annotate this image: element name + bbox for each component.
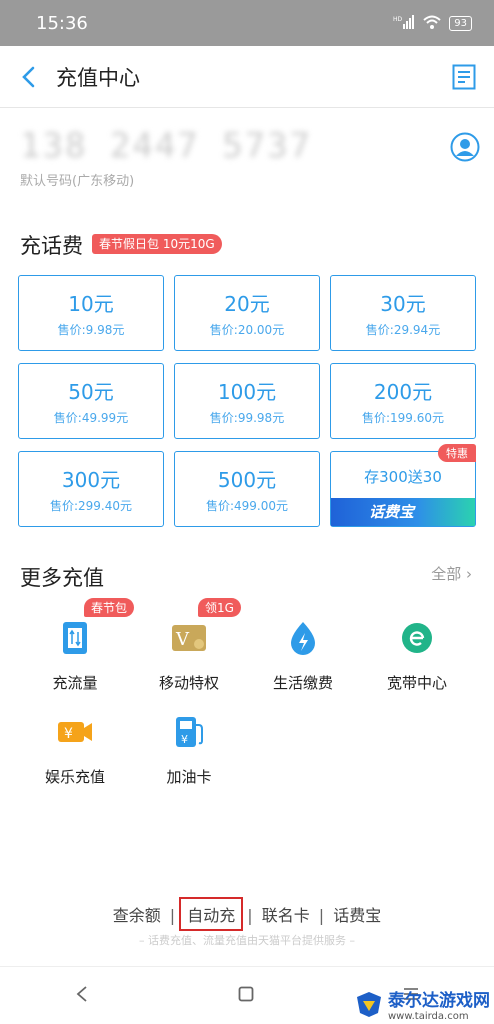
service-utility-bill[interactable]: 生活缴费 (246, 600, 360, 693)
recharge-option-50[interactable]: 50元 售价:49.99元 (18, 363, 164, 439)
option-price: 售价:99.98元 (209, 411, 285, 425)
option-amount: 30元 (380, 292, 426, 316)
back-button[interactable] (0, 46, 56, 108)
service-tag: 领1G (198, 598, 241, 617)
option-amount: 100元 (217, 380, 277, 404)
service-label: 宽带中心 (386, 674, 447, 692)
promo-tag[interactable]: 春节假日包 10元10G (92, 234, 222, 254)
more-recharge-title: 更多充值 (20, 566, 104, 590)
page-title: 充值中心 (56, 65, 140, 90)
option-amount: 300元 (61, 468, 121, 492)
check-balance-link[interactable]: 查余额 (113, 906, 161, 925)
watermark-brand: 泰尔达游戏网 (388, 991, 490, 1011)
option-amount: 10元 (68, 292, 114, 316)
option-price: 售价:9.98元 (57, 323, 125, 337)
option-price: 售价:49.99元 (53, 411, 129, 425)
service-label: 娱乐充值 (44, 768, 105, 786)
vip-privilege-icon: V (169, 618, 209, 658)
view-all-label: 全部 (431, 565, 462, 583)
service-provider-note: – 话费充值、流量充值由天猫平台提供服务 – (139, 934, 355, 947)
recharge-option-20[interactable]: 20元 售价:20.00元 (174, 275, 320, 351)
discount-badge: 特惠 (438, 444, 476, 462)
site-watermark: 泰尔达游戏网 www.tairda.com (354, 986, 490, 1022)
view-all-link[interactable]: 全部 › (431, 563, 472, 584)
auto-recharge-label: 自动充 (187, 906, 236, 925)
chevron-left-icon (22, 66, 35, 87)
service-tag: 春节包 (84, 598, 135, 617)
fuel-card-icon: ¥ (169, 712, 209, 752)
savings-banner: 话费宝 (331, 498, 475, 526)
svg-text:¥: ¥ (64, 726, 73, 742)
recharge-option-200[interactable]: 200元 售价:199.60元 (330, 363, 476, 439)
option-amount: 200元 (373, 380, 433, 404)
svg-text:V: V (175, 629, 190, 650)
recharge-option-30[interactable]: 30元 售价:29.94元 (330, 275, 476, 351)
system-back-button[interactable] (75, 985, 89, 1007)
battery-indicator: 93 (449, 15, 472, 31)
service-fuel-card[interactable]: ¥ 加油卡 (132, 712, 246, 787)
default-number-label: 默认号码(广东移动) (20, 174, 135, 189)
service-broadband[interactable]: 宽带中心 (360, 600, 474, 693)
square-home-icon (238, 986, 254, 1001)
recharge-title: 充话费 (20, 234, 83, 258)
option-price: 售价:199.60元 (361, 411, 445, 425)
option-price: 售价:29.94元 (365, 323, 441, 337)
signal-icon: HD (393, 14, 415, 32)
service-vip-privilege[interactable]: 领1G V 移动特权 (132, 598, 246, 693)
bill-icon (452, 64, 476, 89)
account-info[interactable]: 138 2447 5737 默认号码(广东移动) (20, 126, 480, 198)
option-amount: 500元 (217, 468, 277, 492)
watermark-logo-icon (357, 992, 381, 1017)
recharge-option-10[interactable]: 10元 售价:9.98元 (18, 275, 164, 351)
status-bar: 15:36 HD 93 (0, 0, 494, 46)
utility-bill-icon (283, 618, 323, 658)
recharge-option-500[interactable]: 500元 售价:499.00元 (174, 451, 320, 527)
co-branded-card-link[interactable]: 联名卡 (262, 906, 310, 925)
service-label: 生活缴费 (272, 674, 333, 692)
service-label: 充流量 (52, 674, 98, 692)
user-icon (450, 132, 480, 162)
service-entertainment[interactable]: ¥ 娱乐充值 (18, 712, 132, 787)
svg-text:HD: HD (393, 16, 403, 23)
savings-promo-text: 存300送30 (364, 468, 442, 486)
service-label: 加油卡 (166, 768, 212, 786)
svg-text:¥: ¥ (181, 733, 188, 746)
system-home-button[interactable] (238, 986, 254, 1006)
top-nav: 充值中心 (0, 46, 494, 108)
contact-button[interactable] (450, 132, 480, 162)
wifi-icon (423, 15, 441, 32)
recharge-options: 10元 售价:9.98元 20元 售价:20.00元 30元 售价:29.94元… (18, 275, 476, 527)
status-time: 15:36 (36, 12, 88, 34)
data-traffic-icon (55, 618, 95, 658)
service-label: 移动特权 (158, 674, 219, 692)
option-price: 售价:299.40元 (49, 499, 133, 513)
recharge-option-100[interactable]: 100元 售价:99.98元 (174, 363, 320, 439)
triangle-back-icon (76, 985, 87, 1002)
footer-links: 查余额 | 自动充 | 联名卡 | 话费宝 (0, 897, 494, 931)
option-price: 售价:499.00元 (205, 499, 289, 513)
option-amount: 50元 (68, 380, 114, 404)
auto-recharge-link[interactable]: 自动充 (179, 897, 244, 931)
broadband-icon (397, 618, 437, 658)
bill-list-button[interactable] (434, 46, 494, 108)
chevron-right-icon: › (466, 565, 472, 583)
recharge-option-300[interactable]: 300元 售价:299.40元 (18, 451, 164, 527)
entertainment-icon: ¥ (55, 712, 95, 752)
option-amount: 20元 (224, 292, 270, 316)
watermark-url: www.tairda.com (388, 1011, 469, 1022)
phone-bill-savings-link[interactable]: 话费宝 (333, 906, 381, 925)
service-data-traffic[interactable]: 春节包 充流量 (18, 598, 135, 693)
savings-promo-card[interactable]: 存300送30 话费宝 特惠 (330, 444, 476, 527)
option-price: 售价:20.00元 (209, 323, 285, 337)
phone-number: 138 2447 5737 (20, 126, 313, 166)
